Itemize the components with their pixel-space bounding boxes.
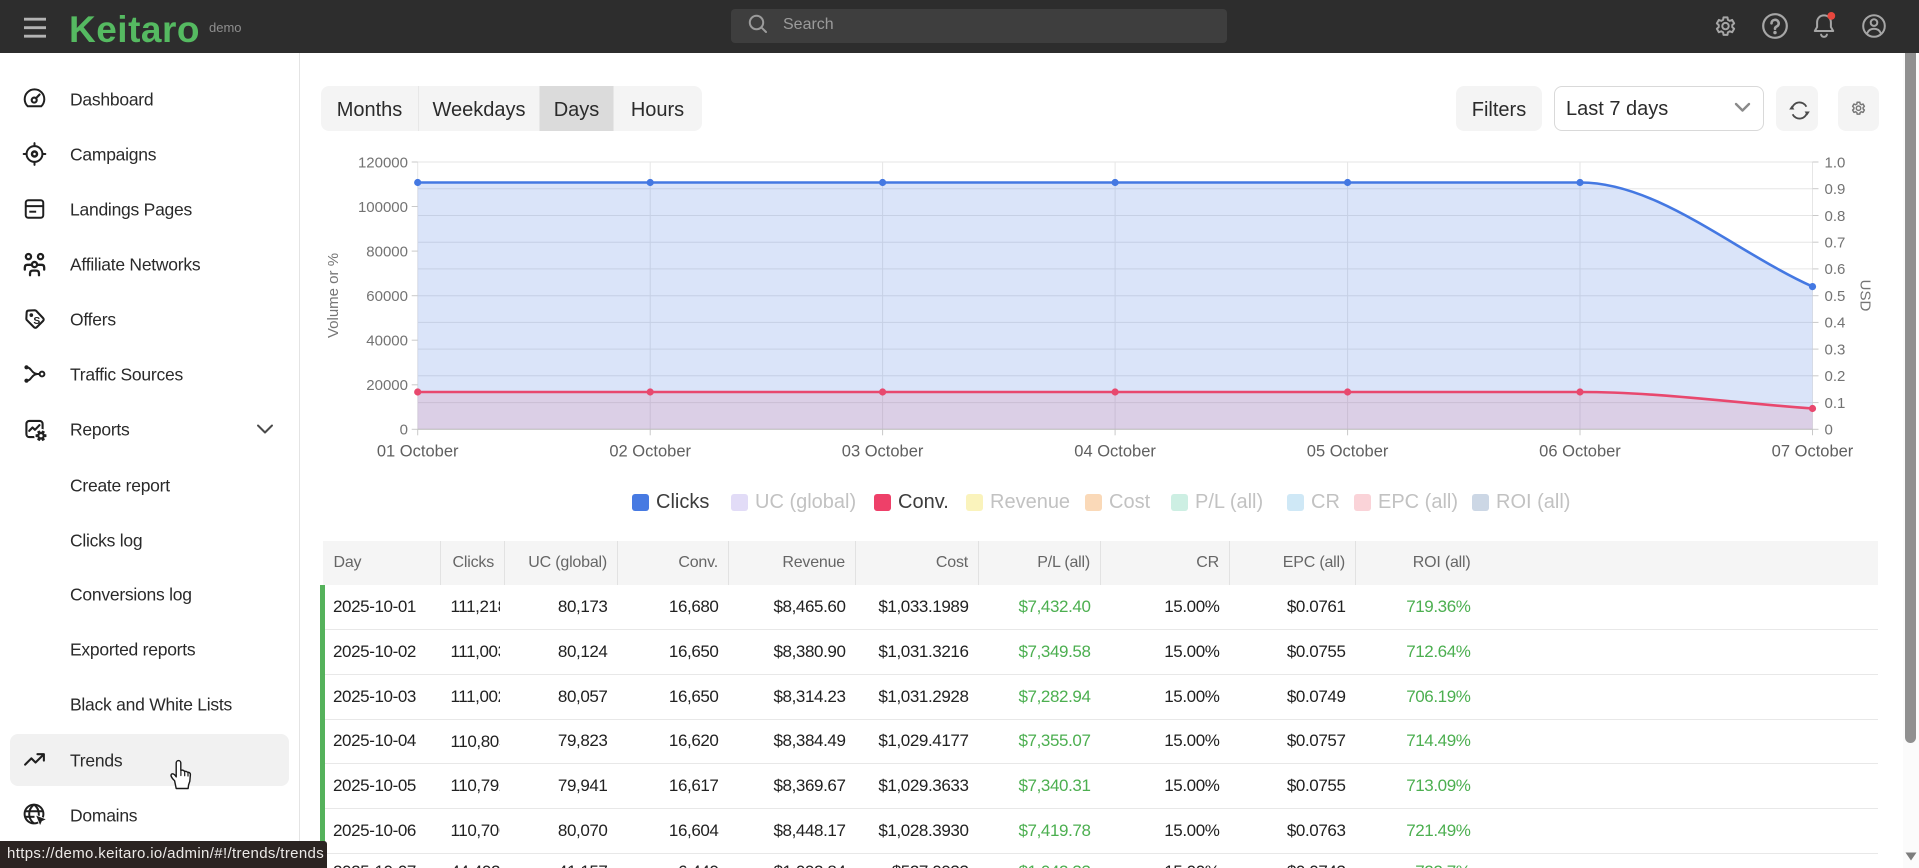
svg-text:06 October: 06 October (1539, 443, 1621, 461)
svg-text:0.8: 0.8 (1825, 208, 1846, 225)
svg-text:0.7: 0.7 (1825, 235, 1846, 252)
svg-text:05 October: 05 October (1307, 443, 1389, 461)
svg-text:Volume or %: Volume or % (325, 253, 342, 338)
svg-text:80000: 80000 (366, 243, 408, 260)
svg-text:100000: 100000 (358, 199, 408, 216)
svg-text:0.3: 0.3 (1825, 341, 1846, 358)
svg-text:02 October: 02 October (609, 443, 691, 461)
svg-text:60000: 60000 (366, 288, 408, 305)
svg-text:04 October: 04 October (1074, 443, 1156, 461)
svg-text:01 October: 01 October (377, 443, 459, 461)
svg-text:0: 0 (1825, 422, 1833, 439)
svg-text:120000: 120000 (358, 154, 408, 171)
svg-text:0: 0 (400, 422, 408, 439)
svg-text:0.1: 0.1 (1825, 395, 1846, 412)
svg-text:20000: 20000 (366, 377, 408, 394)
svg-text:USD: USD (1857, 280, 1874, 312)
svg-text:0.4: 0.4 (1825, 315, 1846, 332)
svg-text:40000: 40000 (366, 333, 408, 350)
svg-text:0.6: 0.6 (1825, 261, 1846, 278)
svg-text:03 October: 03 October (842, 443, 924, 461)
svg-text:07 October: 07 October (1772, 443, 1854, 461)
svg-text:1.0: 1.0 (1825, 154, 1846, 171)
svg-text:0.9: 0.9 (1825, 181, 1846, 198)
svg-text:0.2: 0.2 (1825, 368, 1846, 385)
svg-text:0.5: 0.5 (1825, 288, 1846, 305)
svg-text:S: S (33, 316, 40, 327)
